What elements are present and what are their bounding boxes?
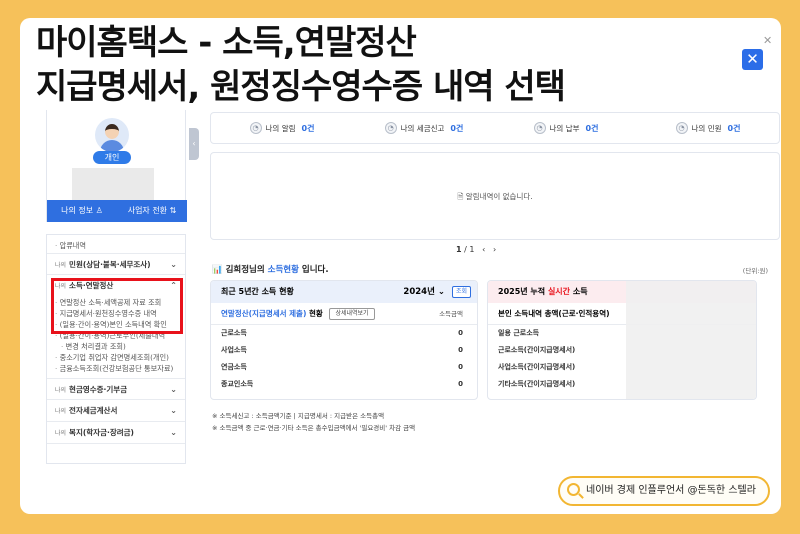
- info-icon: 🗎: [457, 192, 464, 201]
- avatar: [95, 118, 129, 152]
- dismiss-icon[interactable]: ✕: [763, 34, 772, 47]
- detail-view-button[interactable]: 상세내역보기: [329, 308, 375, 320]
- main-content: ◔ 나의 알림 0건 ◔ 나의 세금신고 0건 ◔ 나의 납부 0건 ◔ 나의 민원 0건 🗎 …: [210, 110, 780, 464]
- empty-notice-text: 알림내역이 없습니다.: [465, 192, 533, 201]
- highlight-box: [51, 278, 183, 334]
- income-amount-header: 소득금액: [439, 310, 463, 318]
- table-row: 사업소득 0: [221, 346, 463, 354]
- blurred-user-name: [72, 168, 154, 202]
- five-year-income-panel: 최근 5년간 소득 현황 2024년 ⌄ 조회 연말정산(지급명세서 제출) 현…: [210, 280, 478, 400]
- blurred-values: [626, 281, 756, 399]
- query-button[interactable]: 조회: [451, 286, 471, 298]
- table-row: 근로소득 0: [221, 329, 463, 337]
- stat-alerts[interactable]: ◔ 나의 알림 0건: [211, 113, 353, 143]
- table-row: 연금소득 0: [221, 363, 463, 371]
- profile-card: 개인 나의 정보 ♙ 사업자 전환 ⇅: [46, 110, 187, 222]
- chat-icon: ◔: [675, 122, 688, 134]
- chevron-down-icon: ⌄: [170, 385, 177, 394]
- switch-icon: ⇅: [169, 206, 177, 215]
- stat-payment[interactable]: ◔ 나의 납부 0건: [495, 113, 637, 143]
- year-end-settlement-label: 연말정산(지급명세서 제출): [221, 309, 307, 318]
- bell-icon: ◔: [249, 122, 262, 134]
- overlay-title-line-1: 마이홈택스 - 소득,연말정산: [28, 22, 424, 64]
- menu-item-seizure[interactable]: 압류내역: [47, 239, 185, 253]
- panel-title: 최근 5년간 소득 현황: [221, 287, 294, 296]
- chart-icon: 📊: [212, 265, 223, 275]
- chevron-down-icon: ⌄: [170, 260, 177, 269]
- footnotes: ※ 소득세신고 : 소득금액기준 | 지급명세서 : 지급받은 소득총액 ※ 소…: [212, 410, 415, 434]
- footnote: ※ 소득세신고 : 소득금액기준 | 지급명세서 : 지급받은 소득총액: [212, 412, 385, 420]
- chevron-down-icon: ⌄: [170, 428, 177, 437]
- menu-section-e-invoice[interactable]: 나의 전자세금계산서 ⌄: [47, 400, 185, 422]
- overlay-title-line-2: 지급명세서, 원정징수영수증 내역 선택: [28, 66, 573, 108]
- pagination: 1 / 1 ‹ ›: [456, 245, 497, 254]
- stat-civil[interactable]: ◔ 나의 민원 0건: [637, 113, 779, 143]
- notification-panel: 🗎 알림내역이 없습니다.: [210, 152, 780, 240]
- user-type-badge: 개인: [93, 151, 131, 164]
- menu-section-welfare[interactable]: 나의 복지(학자금·장려금) ⌄: [47, 422, 185, 444]
- author-tag: 네이버 경제 인플루언서 @돈독한 스텔라: [558, 476, 770, 506]
- summary-stats: ◔ 나의 알림 0건 ◔ 나의 세금신고 0건 ◔ 나의 납부 0건 ◔ 나의 민원 0건: [210, 112, 780, 144]
- menu-item-sme-exemption[interactable]: 중소기업 취업자 감면명세조회(개인): [47, 352, 185, 363]
- menu-item-labor-denial-cont[interactable]: 변경 처리결과 조회): [47, 341, 185, 352]
- prev-page-button[interactable]: ‹: [482, 245, 485, 254]
- sidebar-menu: 압류내역 나의민원(상담·불복·세무조사)⌄ 나의소득·연말정산⌃ 연말정산 소…: [46, 234, 186, 464]
- user-icon: ♙: [95, 206, 103, 215]
- menu-item-financial-income[interactable]: 금융소득조회(건강보험공단 통보자료): [47, 363, 185, 374]
- business-switch-button[interactable]: 사업자 전환 ⇅: [117, 200, 187, 222]
- year-select[interactable]: 2024년 ⌄: [403, 281, 445, 303]
- document-icon: ◔: [384, 122, 397, 134]
- unit-label: (단위:원): [742, 267, 768, 275]
- menu-section-cash-receipt[interactable]: 나의 현금영수증·기부금 ⌄: [47, 378, 185, 400]
- close-icon[interactable]: ✕: [742, 49, 763, 70]
- realtime-income-panel: 2025년 누적 실시간 소득 본인 소득내역 총액(근로·인적용역) 일용 근…: [487, 280, 757, 400]
- magnifier-icon: [567, 483, 580, 496]
- total-income-label: 본인 소득내역 총액(근로·인적용역): [498, 309, 610, 318]
- wallet-icon: ◔: [533, 122, 546, 134]
- income-status-title: 📊 김희정님의 소득현황 입니다.: [212, 265, 329, 275]
- sidebar-collapse-handle[interactable]: ‹: [189, 128, 199, 160]
- profile-action-bar: 나의 정보 ♙ 사업자 전환 ⇅: [47, 200, 187, 222]
- my-info-button[interactable]: 나의 정보 ♙: [47, 200, 117, 222]
- next-page-button[interactable]: ›: [493, 245, 496, 254]
- chevron-down-icon: ⌄: [170, 406, 177, 415]
- chevron-down-icon: ⌄: [437, 287, 445, 297]
- table-row: 종교인소득 0: [221, 380, 463, 388]
- menu-section-civil[interactable]: 나의 민원(상담·불복·세무조사) ⌄: [47, 253, 185, 275]
- stat-tax-filing[interactable]: ◔ 나의 세금신고 0건: [353, 113, 495, 143]
- footnote: ※ 소득금액 중 근로·연금·기타 소득은 총수입금액에서 '필요경비' 차감 …: [212, 424, 416, 432]
